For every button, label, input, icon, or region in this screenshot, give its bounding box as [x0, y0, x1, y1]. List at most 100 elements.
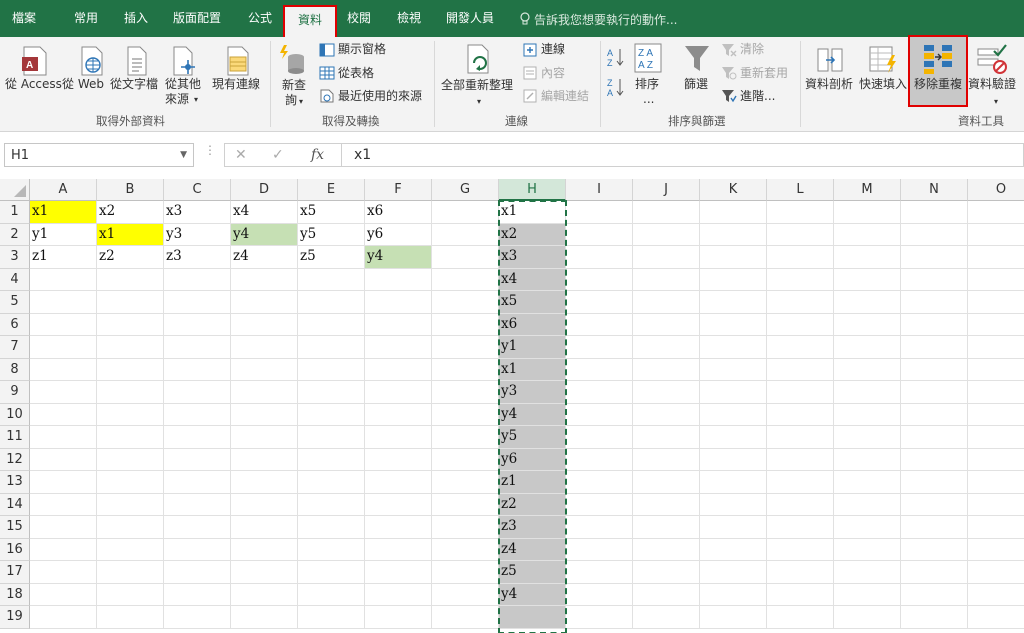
cell-o2[interactable]: [968, 224, 1024, 246]
cell-m7[interactable]: [834, 336, 901, 359]
cell-j9[interactable]: [633, 381, 700, 404]
access-icon[interactable]: A: [20, 45, 50, 77]
worksheet-grid[interactable]: ABCDEFGHIJKLMNO 1 2 3 4 5 6 7 8 9 10 11 12 13 14 15 16 1…: [0, 179, 1024, 633]
cell-c5[interactable]: [164, 291, 231, 314]
cell-b19[interactable]: [97, 606, 164, 629]
cell-a18[interactable]: [30, 583, 97, 606]
cell-n15[interactable]: [901, 516, 968, 539]
cell-e19[interactable]: [298, 606, 365, 629]
cell-n7[interactable]: [901, 336, 968, 359]
row-header-13[interactable]: 13: [0, 471, 30, 494]
cell-n4[interactable]: [901, 268, 968, 291]
cell-a4[interactable]: [30, 268, 97, 291]
cell-i7[interactable]: [566, 336, 633, 359]
edit-links-button[interactable]: 編輯連結: [541, 89, 589, 104]
cell-i1[interactable]: [566, 201, 633, 224]
cell-j1[interactable]: [633, 201, 700, 224]
cell-o9[interactable]: [968, 381, 1024, 404]
cell-f2[interactable]: y6: [365, 223, 432, 246]
column-header-g[interactable]: G: [432, 179, 499, 201]
cell-m18[interactable]: [834, 583, 901, 606]
cell-i10[interactable]: [566, 403, 633, 426]
cell-b1[interactable]: x2: [97, 201, 164, 224]
cell-d15[interactable]: [231, 516, 298, 539]
cell-g7[interactable]: [432, 336, 499, 359]
cell-m16[interactable]: [834, 538, 901, 561]
cell-l10[interactable]: [767, 403, 834, 426]
cell-d8[interactable]: [231, 358, 298, 381]
cell-g4[interactable]: [432, 268, 499, 291]
properties-button[interactable]: 內容: [541, 66, 565, 81]
cell-k18[interactable]: [700, 583, 767, 606]
cell-d5[interactable]: [231, 291, 298, 314]
cell-h3[interactable]: x3: [499, 246, 566, 269]
cell-b10[interactable]: [97, 403, 164, 426]
enter-icon[interactable]: ✓: [272, 147, 284, 163]
cell-a1[interactable]: x1: [30, 201, 97, 224]
cell-e6[interactable]: [298, 313, 365, 336]
cell-b7[interactable]: [97, 336, 164, 359]
cell-g10[interactable]: [432, 403, 499, 426]
sort-a-to-z-icon[interactable]: A Z: [607, 47, 625, 67]
cell-o10[interactable]: [968, 404, 1024, 426]
show-queries-button[interactable]: 顯示窗格: [338, 42, 386, 57]
cell-l7[interactable]: [767, 336, 834, 359]
cell-a9[interactable]: [30, 381, 97, 404]
cell-b4[interactable]: [97, 268, 164, 291]
formula-input[interactable]: x1: [342, 143, 1024, 167]
cell-o19[interactable]: [968, 606, 1024, 629]
cell-j19[interactable]: [633, 606, 700, 629]
remove-duplicates-icon[interactable]: [922, 43, 954, 75]
cell-e3[interactable]: z5: [298, 246, 365, 269]
cell-b5[interactable]: [97, 291, 164, 314]
cell-i6[interactable]: [566, 313, 633, 336]
cell-o12[interactable]: [968, 449, 1024, 471]
row-header-8[interactable]: 8: [0, 358, 30, 381]
cell-f4[interactable]: [365, 268, 432, 291]
cell-d14[interactable]: [231, 493, 298, 516]
cell-a6[interactable]: [30, 313, 97, 336]
tab-data[interactable]: 資料: [283, 5, 337, 37]
cell-n8[interactable]: [901, 358, 968, 381]
cell-g2[interactable]: [432, 223, 499, 246]
cell-e4[interactable]: [298, 268, 365, 291]
column-header-k[interactable]: K: [700, 179, 767, 201]
tab-review[interactable]: 校閱: [347, 11, 371, 25]
row-header-2[interactable]: 2: [0, 223, 30, 246]
cell-a5[interactable]: [30, 291, 97, 314]
cell-j11[interactable]: [633, 426, 700, 449]
cell-c7[interactable]: [164, 336, 231, 359]
cell-e2[interactable]: y5: [298, 223, 365, 246]
cell-n6[interactable]: [901, 313, 968, 336]
cell-l8[interactable]: [767, 358, 834, 381]
cell-n19[interactable]: [901, 606, 968, 629]
cell-g18[interactable]: [432, 583, 499, 606]
cell-h8[interactable]: x1: [499, 358, 566, 381]
cell-h7[interactable]: y1: [499, 336, 566, 359]
text-file-icon[interactable]: [124, 45, 150, 77]
existing-connections-button[interactable]: 現有連線: [212, 77, 260, 92]
cell-h11[interactable]: y5: [499, 426, 566, 449]
cell-c11[interactable]: [164, 426, 231, 449]
row-header-15[interactable]: 15: [0, 516, 30, 539]
advanced-button[interactable]: 進階...: [740, 89, 775, 104]
cell-g1[interactable]: [432, 201, 499, 224]
cell-i5[interactable]: [566, 291, 633, 314]
cell-e10[interactable]: [298, 403, 365, 426]
data-validation-icon[interactable]: [976, 43, 1008, 75]
cell-g5[interactable]: [432, 291, 499, 314]
cell-o17[interactable]: [968, 561, 1024, 584]
cell-c8[interactable]: [164, 358, 231, 381]
cell-c12[interactable]: [164, 448, 231, 471]
cell-m12[interactable]: [834, 448, 901, 471]
cell-i12[interactable]: [566, 448, 633, 471]
cell-f13[interactable]: [365, 471, 432, 494]
cell-g19[interactable]: [432, 606, 499, 629]
cell-a10[interactable]: [30, 403, 97, 426]
cell-e7[interactable]: [298, 336, 365, 359]
row-header-14[interactable]: 14: [0, 493, 30, 516]
cell-a15[interactable]: [30, 516, 97, 539]
cell-j18[interactable]: [633, 583, 700, 606]
cell-o7[interactable]: [968, 336, 1024, 359]
column-header-b[interactable]: B: [97, 179, 164, 201]
